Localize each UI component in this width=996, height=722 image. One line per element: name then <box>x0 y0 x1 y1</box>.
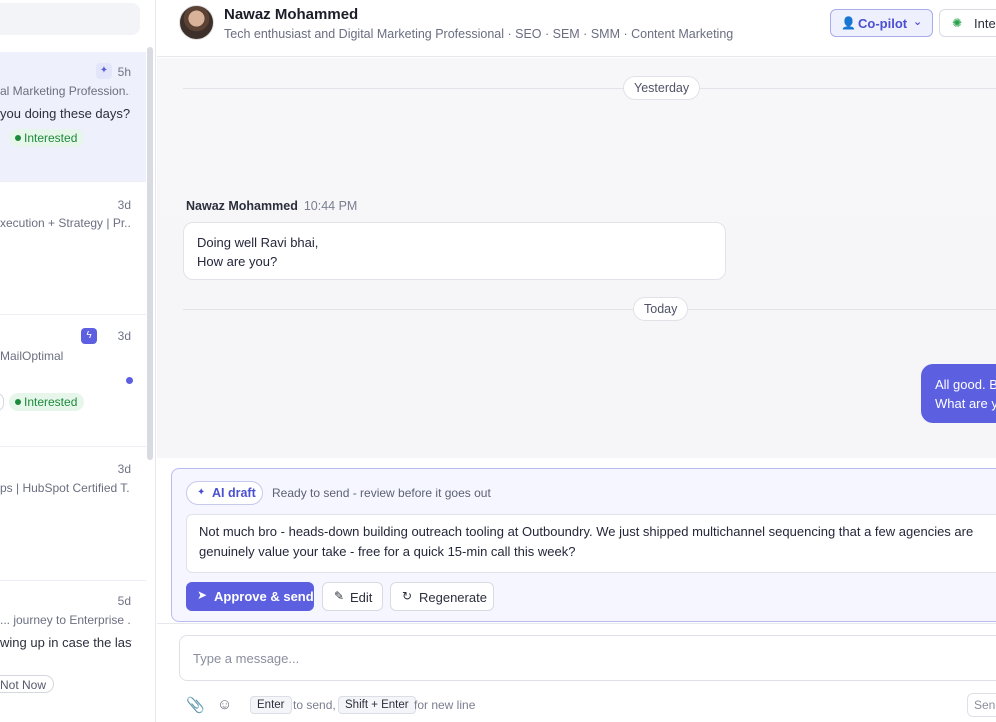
message-meta: Nawaz Mohammed 10:44 PM <box>186 199 357 213</box>
refresh-icon: ↻ <box>402 589 413 603</box>
unread-dot <box>126 377 133 384</box>
conversation-subtitle: MailOptimal <box>0 349 64 363</box>
conversation-time: 3d <box>117 462 131 476</box>
conversation-subtitle: al Marketing Profession... <box>0 84 130 98</box>
shift-enter-key-hint: Shift + Enter <box>338 696 416 714</box>
approve-send-button[interactable]: ➤ Approve & send <box>186 582 314 611</box>
status-tag: Interested <box>9 129 85 147</box>
send-icon: ➤ <box>197 588 208 602</box>
send-button[interactable]: Send <box>967 693 996 717</box>
conversation-item[interactable]: ✦ 5h al Marketing Profession... you doin… <box>0 52 146 182</box>
status-dropdown[interactable]: ✺ Inte <box>939 9 996 37</box>
conversation-time: 3d <box>117 329 131 343</box>
message-line: What are y <box>935 396 996 411</box>
emoji-icon[interactable]: ☺ <box>217 696 232 713</box>
paperclip-icon[interactable]: 📎 <box>186 696 205 714</box>
day-divider <box>183 88 996 89</box>
conversation-sidebar: ✦ 5h al Marketing Profession... you doin… <box>0 0 156 722</box>
chevron-down-icon: ⌄ <box>913 16 923 28</box>
pencil-icon: ✎ <box>334 589 345 603</box>
incoming-message: Doing well Ravi bhai, How are you? <box>183 222 726 280</box>
outgoing-message: All good. B What are y <box>921 364 996 423</box>
message-thread: Yesterday Nawaz Mohammed 10:44 PM Doing w… <box>157 58 996 458</box>
message-time: 10:44 PM <box>303 199 358 213</box>
avatar[interactable] <box>179 5 214 40</box>
edit-button[interactable]: ✎ Edit <box>322 582 383 611</box>
conversation-item[interactable]: 5d ... journey to Enterprise ... wing up… <box>0 582 146 722</box>
user-sparkle-icon: 👤 <box>841 16 856 30</box>
draft-line: genuinely value your take - free for a q… <box>199 544 576 559</box>
message-line: How are you? <box>197 254 278 269</box>
regenerate-label: Regenerate <box>419 590 487 605</box>
conversation-subtitle: ... journey to Enterprise ... <box>0 613 130 627</box>
enter-key-hint: Enter <box>250 696 292 714</box>
conversation-preview: you doing these days? <box>0 106 131 121</box>
conversation-time: 5h <box>117 65 131 79</box>
status-tag: Not Now <box>0 675 55 693</box>
contact-headline: Tech enthusiast and Digital Marketing Pr… <box>224 27 734 41</box>
conversation-item[interactable]: ϟ 3d MailOptimal Interested <box>0 316 146 447</box>
status-tag: Interested <box>9 393 85 411</box>
conversation-item[interactable]: 3d ps | HubSpot Certified T... <box>0 448 146 581</box>
draft-text[interactable]: Not much bro - heads-down building outre… <box>186 514 996 573</box>
lightning-icon: ϟ <box>81 328 97 344</box>
conversation-preview: wing up in case the last <box>0 635 132 650</box>
newline-hint: for new line <box>414 698 476 712</box>
ai-draft-badge: ✦ AI draft <box>186 481 263 505</box>
message-input[interactable]: Type a message... <box>179 635 996 681</box>
message-line: Doing well Ravi bhai, <box>197 235 319 250</box>
regenerate-button[interactable]: ↻ Regenerate <box>390 582 494 611</box>
approve-send-label: Approve & send <box>214 589 314 604</box>
sidebar-scrollbar[interactable] <box>147 47 153 460</box>
message-placeholder: Type a message... <box>193 651 300 666</box>
status-tag <box>0 393 4 411</box>
contact-name: Nawaz Mohammed <box>224 6 359 23</box>
sparkle-icon: ✦ <box>197 487 206 498</box>
conversation-time: 5d <box>117 594 131 608</box>
status-label: Inte <box>974 16 996 31</box>
day-label: Yesterday <box>623 76 701 100</box>
message-line: All good. B <box>935 377 996 392</box>
edit-label: Edit <box>350 590 373 605</box>
draft-line: Not much bro - heads-down building outre… <box>199 524 974 539</box>
day-divider <box>183 309 996 310</box>
copilot-button[interactable]: 👤 Co-pilot ⌄ <box>830 9 933 37</box>
copilot-label: Co-pilot <box>858 16 908 31</box>
ai-draft-label: AI draft <box>212 486 256 500</box>
status-icon: ✺ <box>952 16 963 30</box>
conversation-subtitle: xecution + Strategy | Pr... <box>0 216 130 230</box>
ai-draft-panel: ✦ AI draft Ready to send - review before… <box>171 468 996 622</box>
draft-status: Ready to send - review before it goes ou… <box>272 486 491 500</box>
send-hint: to send, <box>293 698 336 712</box>
conversation-time: 3d <box>117 198 131 212</box>
search-input[interactable] <box>0 3 140 35</box>
day-label: Today <box>633 297 689 321</box>
conversation-header: Nawaz Mohammed Tech enthusiast and Digit… <box>157 0 996 57</box>
conversation-subtitle: ps | HubSpot Certified T... <box>0 481 130 495</box>
sparkle-icon: ✦ <box>96 63 112 79</box>
message-composer: Type a message... 📎 ☺ Enter to send, Shi… <box>157 623 996 722</box>
conversation-item[interactable]: 3d xecution + Strategy | Pr... <box>0 183 146 315</box>
sender-name: Nawaz Mohammed <box>186 199 298 213</box>
